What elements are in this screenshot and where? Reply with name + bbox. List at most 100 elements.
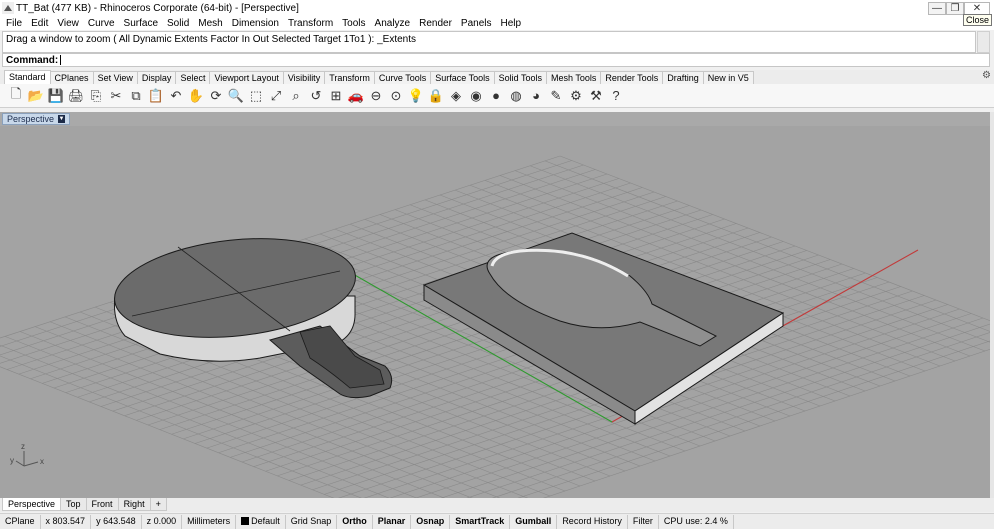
import-icon[interactable]: ⎘ (86, 86, 106, 106)
render-icon[interactable]: ◍ (506, 86, 526, 106)
viewport-tab-front[interactable]: Front (85, 498, 119, 511)
add-viewport-tab-button[interactable]: + (149, 498, 167, 511)
rotate-view-icon[interactable]: ⟳ (206, 86, 226, 106)
menu-analyze[interactable]: Analyze (375, 18, 411, 29)
sphere-icon[interactable]: ◕ (526, 86, 546, 106)
toolbar-tab-standard[interactable]: Standard (4, 70, 51, 84)
status-toggle-gumball[interactable]: Gumball (510, 514, 558, 529)
viewport-canvas[interactable]: z x y (0, 126, 990, 498)
status-x-coordinate: x 803.547 (41, 514, 92, 529)
close-button[interactable]: ✕ (964, 1, 990, 15)
command-prompt: Command: (6, 55, 59, 66)
viewport-title-label: Perspective (7, 114, 55, 124)
command-line[interactable]: Command: (2, 53, 990, 67)
camera-icon[interactable]: ⊙ (386, 86, 406, 106)
axis-widget-z-label: z (21, 442, 25, 451)
axis-widget-x-label: x (40, 457, 44, 466)
perspective-viewport[interactable]: z x y (0, 126, 990, 498)
help-icon[interactable]: ? (606, 86, 626, 106)
menu-file[interactable]: File (6, 18, 22, 29)
viewport-tab-perspective[interactable]: Perspective (2, 498, 62, 511)
chevron-down-icon[interactable]: ▼ (58, 115, 66, 123)
menu-dimension[interactable]: Dimension (232, 18, 279, 29)
toolbar-tab-visibility[interactable]: Visibility (282, 71, 326, 84)
cut-icon[interactable]: ✂ (106, 86, 126, 106)
new-icon[interactable]: 🗋 (6, 86, 26, 106)
status-toggle-ortho[interactable]: Ortho (337, 514, 373, 529)
menu-render[interactable]: Render (419, 18, 452, 29)
toolbar-tab-set-view[interactable]: Set View (92, 71, 138, 84)
undo-view-icon[interactable]: ↺ (306, 86, 326, 106)
viewport-scrollbar[interactable] (990, 112, 994, 498)
status-toggle-smarttrack[interactable]: SmartTrack (450, 514, 511, 529)
status-toggle-record-history[interactable]: Record History (557, 514, 628, 529)
menu-transform[interactable]: Transform (288, 18, 333, 29)
command-history-scrollbar[interactable] (977, 31, 990, 53)
construction-plane-icon[interactable]: ⊖ (366, 86, 386, 106)
zoom-extents-icon[interactable]: ⤢ (266, 86, 286, 106)
menu-edit[interactable]: Edit (31, 18, 48, 29)
menu-help[interactable]: Help (501, 18, 522, 29)
bat-mould-block-model (422, 232, 785, 425)
viewport-tab-right[interactable]: Right (117, 498, 151, 511)
layer-color-swatch (241, 516, 250, 525)
status-toggle-planar[interactable]: Planar (373, 514, 412, 529)
menu-view[interactable]: View (57, 18, 79, 29)
status-toggle-filter[interactable]: Filter (628, 514, 659, 529)
pencil-icon[interactable]: ✎ (546, 86, 566, 106)
toolbar-tab-mesh-tools[interactable]: Mesh Tools (545, 71, 602, 84)
light-icon[interactable]: 💡 (406, 86, 426, 106)
save-icon[interactable]: 💾 (46, 86, 66, 106)
status-cplane[interactable]: CPlane (0, 514, 41, 529)
open-icon[interactable]: 📂 (26, 86, 46, 106)
toolbar-tab-render-tools[interactable]: Render Tools (600, 71, 664, 84)
toolbar-tab-solid-tools[interactable]: Solid Tools (493, 71, 547, 84)
command-history: Drag a window to zoom ( All Dynamic Exte… (2, 31, 976, 53)
settings-icon[interactable]: ⚙ (566, 86, 586, 106)
toolbar-tab-curve-tools[interactable]: Curve Tools (373, 71, 432, 84)
status-layer[interactable]: Default (236, 514, 286, 529)
status-units[interactable]: Millimeters (182, 514, 237, 529)
menu-panels[interactable]: Panels (461, 18, 492, 29)
pan-icon[interactable]: ✋ (186, 86, 206, 106)
toolbar-tab-transform[interactable]: Transform (324, 71, 375, 84)
lock-icon[interactable]: 🔒 (426, 86, 446, 106)
options-icon[interactable]: ⚒ (586, 86, 606, 106)
viewport-title[interactable]: Perspective ▼ (2, 113, 71, 125)
paste-icon[interactable]: 📋 (146, 86, 166, 106)
menu-tools[interactable]: Tools (342, 18, 365, 29)
undo-icon[interactable]: ↶ (166, 86, 186, 106)
menu-surface[interactable]: Surface (124, 18, 158, 29)
menu-solid[interactable]: Solid (167, 18, 189, 29)
rhino-app-icon (2, 2, 14, 14)
zoom-selected-icon[interactable]: ⌕ (286, 86, 306, 106)
status-z-coordinate: z 0.000 (142, 514, 183, 529)
toolbar-tab-surface-tools[interactable]: Surface Tools (430, 71, 495, 84)
car-icon[interactable]: 🚗 (346, 86, 366, 106)
maximize-button[interactable]: ❐ (946, 1, 964, 15)
menu-mesh[interactable]: Mesh (198, 18, 222, 29)
print-icon[interactable]: 🖨 (66, 86, 86, 106)
menu-curve[interactable]: Curve (88, 18, 115, 29)
viewport-tab-top[interactable]: Top (60, 498, 87, 511)
viewport-header: Perspective ▼ (0, 112, 994, 126)
toolbar-tab-select[interactable]: Select (175, 71, 211, 84)
minimize-button[interactable]: — (928, 1, 946, 15)
four-viewports-icon[interactable]: ⊞ (326, 86, 346, 106)
zoom-window-icon[interactable]: ⬚ (246, 86, 266, 106)
shade-icon[interactable]: ● (486, 86, 506, 106)
copy-icon[interactable]: ⧉ (126, 86, 146, 106)
gear-icon[interactable]: ⚙ (982, 70, 991, 81)
standard-toolbar: 🗋 📂 💾 🖨 ⎘ ✂ ⧉ 📋 ↶ ✋ ⟳ 🔍 ⬚ ⤢ ⌕ ↺ ⊞ 🚗 ⊖ ⊙ 💡 🔒 ◈ ◉ ● ◍ ◕ ✎ ⚙ ⚒? (0, 84, 994, 108)
status-toggle-grid-snap[interactable]: Grid Snap (286, 514, 338, 529)
zoom-icon[interactable]: 🔍 (226, 86, 246, 106)
material-icon[interactable]: ◈ (446, 86, 466, 106)
status-toggle-osnap[interactable]: Osnap (411, 514, 451, 529)
toolbar-tab-new-in-v5[interactable]: New in V5 (702, 71, 754, 84)
color-wheel-icon[interactable]: ◉ (466, 86, 486, 106)
status-bar: CPlane x 803.547 y 643.548 z 0.000 Milli… (0, 513, 994, 529)
toolbar-tab-display[interactable]: Display (136, 71, 177, 84)
toolbar-tab-drafting[interactable]: Drafting (662, 71, 704, 84)
toolbar-tab-cplanes[interactable]: CPlanes (49, 71, 94, 84)
toolbar-tab-viewport-layout[interactable]: Viewport Layout (209, 71, 284, 84)
